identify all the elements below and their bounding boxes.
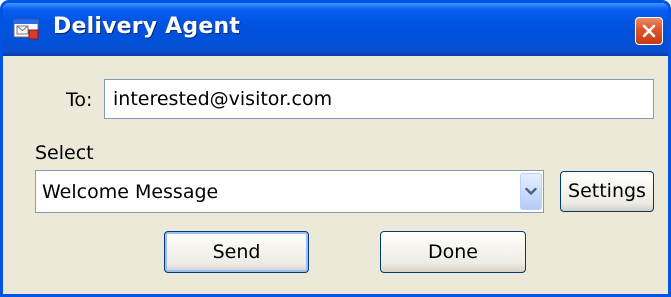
window-title: Delivery Agent <box>53 14 241 39</box>
send-button[interactable]: Send <box>164 231 309 273</box>
dropdown-arrow-button[interactable] <box>520 173 542 210</box>
select-label: Select <box>35 142 94 164</box>
settings-button[interactable]: Settings <box>560 171 654 212</box>
message-select[interactable]: Welcome Message <box>35 170 544 213</box>
to-label: To: <box>66 89 93 111</box>
chevron-down-icon <box>525 187 537 195</box>
delivery-agent-window: Delivery Agent To: Select Welcome Messag… <box>0 0 671 297</box>
mail-window-icon <box>13 18 41 41</box>
close-button[interactable] <box>635 17 663 45</box>
close-icon <box>642 24 656 38</box>
done-button[interactable]: Done <box>380 231 526 273</box>
title-bar[interactable]: Delivery Agent <box>3 3 668 56</box>
to-email-input[interactable] <box>104 79 654 119</box>
message-select-value: Welcome Message <box>42 181 219 203</box>
